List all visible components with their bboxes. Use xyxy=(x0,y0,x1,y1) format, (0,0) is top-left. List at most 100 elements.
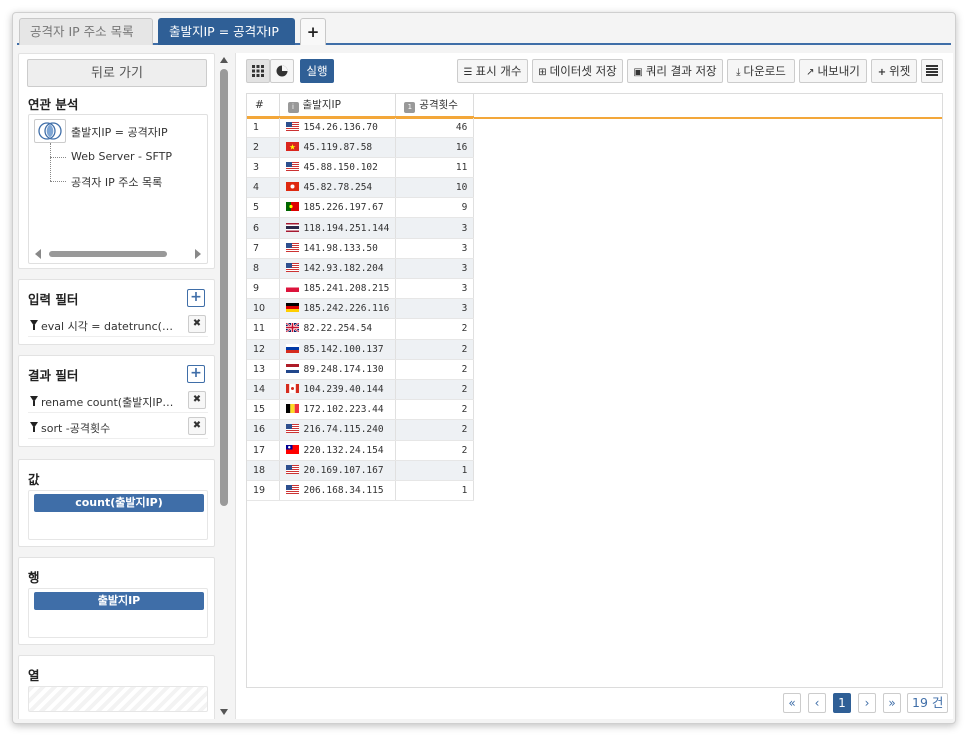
table-row[interactable]: 12 85.142.100.137 2 xyxy=(247,339,475,360)
first-page-button[interactable]: « xyxy=(783,693,801,713)
tree-child-attacker-ip-list[interactable]: 공격자 IP 주소 목록 xyxy=(71,174,162,190)
add-tab-button[interactable]: + xyxy=(300,18,326,45)
attack-count-cell[interactable]: 2 xyxy=(395,379,475,401)
value-pill[interactable]: count(출발지IP) xyxy=(34,494,204,512)
sidebar-vertical-scrollbar[interactable] xyxy=(218,53,231,719)
current-page-button[interactable]: 1 xyxy=(833,693,851,713)
attack-count-cell[interactable]: 2 xyxy=(395,339,475,360)
table-row[interactable]: 9 185.241.208.215 3 xyxy=(247,278,475,300)
attack-count-cell[interactable]: 11 xyxy=(395,157,475,179)
last-page-button[interactable]: » xyxy=(883,693,901,713)
table-row[interactable]: 6 118.194.251.144 3 xyxy=(247,217,475,239)
next-page-button[interactable]: › xyxy=(858,693,876,713)
scroll-down-icon[interactable] xyxy=(220,709,228,715)
chart-view-button[interactable] xyxy=(270,59,294,83)
add-input-filter-button[interactable]: + xyxy=(187,289,205,307)
tree-root-label[interactable]: 출발지IP = 공격자IP xyxy=(71,124,168,140)
attack-count-cell[interactable]: 2 xyxy=(395,440,475,461)
column-header-attack-count[interactable]: 1 공격횟수 xyxy=(395,94,475,118)
download-button[interactable]: ⤓ 다운로드 xyxy=(727,59,795,83)
table-row[interactable]: 13 89.248.174.130 2 xyxy=(247,359,475,380)
source-ip-cell[interactable]: 154.26.136.70 xyxy=(279,117,397,138)
horizontal-scrollbar[interactable] xyxy=(33,249,203,259)
table-row[interactable]: 18 20.169.107.167 1 xyxy=(247,460,475,481)
remove-filter-button[interactable]: ✖ xyxy=(188,391,206,409)
attack-count-cell[interactable]: 3 xyxy=(395,258,475,280)
grid-view-button[interactable] xyxy=(246,59,270,83)
source-ip-cell[interactable]: 220.132.24.154 xyxy=(279,440,397,461)
column-header-index[interactable]: # xyxy=(247,94,280,118)
attack-count-cell[interactable]: 3 xyxy=(395,298,475,320)
table-row[interactable]: 16 216.74.115.240 2 xyxy=(247,419,475,441)
result-filter-item[interactable]: rename count(출발지IP) as 공격횟수 ✖ xyxy=(28,391,208,413)
attack-count-cell[interactable]: 1 xyxy=(395,480,475,502)
source-ip-cell[interactable]: 185.226.197.67 xyxy=(279,197,397,219)
source-ip-cell[interactable]: 141.98.133.50 xyxy=(279,238,397,259)
table-row[interactable]: 1 154.26.136.70 46 xyxy=(247,117,475,138)
source-ip-cell[interactable]: 118.194.251.144 xyxy=(279,217,397,239)
table-row[interactable]: 10 185.242.226.116 3 xyxy=(247,298,475,320)
source-ip-cell[interactable]: 216.74.115.240 xyxy=(279,419,397,441)
row-pill[interactable]: 출발지IP xyxy=(34,592,204,610)
attack-count-cell[interactable]: 1 xyxy=(395,460,475,481)
attack-count-cell[interactable]: 3 xyxy=(395,217,475,239)
attack-count-cell[interactable]: 10 xyxy=(395,177,475,199)
source-ip-cell[interactable]: 45.88.150.102 xyxy=(279,157,397,179)
source-ip-cell[interactable]: 172.102.223.44 xyxy=(279,399,397,421)
table-row[interactable]: 11 82.22.254.54 2 xyxy=(247,318,475,340)
back-button[interactable]: 뒤로 가기 xyxy=(27,59,207,87)
scroll-left-icon[interactable] xyxy=(35,249,41,259)
attack-count-cell[interactable]: 16 xyxy=(395,137,475,158)
source-ip-cell[interactable]: 89.248.174.130 xyxy=(279,359,397,380)
attack-count-cell[interactable]: 2 xyxy=(395,359,475,380)
column-header-source-ip[interactable]: i 출발지IP xyxy=(279,94,397,118)
tab-srcip-attackerip[interactable]: 출발지IP = 공격자IP xyxy=(158,18,295,45)
export-button[interactable]: ↗ 내보내기 xyxy=(799,59,867,83)
settings-menu-button[interactable] xyxy=(921,59,943,83)
source-ip-cell[interactable]: 185.241.208.215 xyxy=(279,278,397,300)
venn-diagram-icon[interactable] xyxy=(34,119,66,143)
table-row[interactable]: 15 172.102.223.44 2 xyxy=(247,399,475,421)
rows-dropzone[interactable]: 출발지IP xyxy=(28,588,208,638)
remove-filter-button[interactable]: ✖ xyxy=(188,315,206,333)
attack-count-cell[interactable]: 9 xyxy=(395,197,475,219)
table-row[interactable]: 17 220.132.24.154 2 xyxy=(247,440,475,461)
source-ip-cell[interactable]: 85.142.100.137 xyxy=(279,339,397,360)
attack-count-cell[interactable]: 2 xyxy=(395,419,475,441)
save-dataset-button[interactable]: ⊞ 데이터셋 저장 xyxy=(532,59,623,83)
source-ip-cell[interactable]: 142.93.182.204 xyxy=(279,258,397,280)
attack-count-cell[interactable]: 3 xyxy=(395,238,475,259)
source-ip-cell[interactable]: 206.168.34.115 xyxy=(279,480,397,502)
run-button[interactable]: 실행 xyxy=(300,59,334,83)
widget-button[interactable]: + 위젯 xyxy=(871,59,917,83)
table-row[interactable]: 3 45.88.150.102 11 xyxy=(247,157,475,179)
save-query-result-button[interactable]: ▣ 쿼리 결과 저장 xyxy=(627,59,723,83)
scroll-thumb[interactable] xyxy=(220,69,228,506)
attack-count-cell[interactable]: 2 xyxy=(395,318,475,340)
table-row[interactable]: 7 141.98.133.50 3 xyxy=(247,238,475,259)
input-filter-item[interactable]: eval 시각 = datetrunc(시각, 1d) ✖ xyxy=(28,315,208,337)
table-row[interactable]: 2 45.119.87.58 16 xyxy=(247,137,475,158)
add-result-filter-button[interactable]: + xyxy=(187,365,205,383)
result-filter-item[interactable]: sort -공격횟수 ✖ xyxy=(28,417,208,439)
source-ip-cell[interactable]: 20.169.107.167 xyxy=(279,460,397,481)
scroll-right-icon[interactable] xyxy=(195,249,201,259)
table-row[interactable]: 19 206.168.34.115 1 xyxy=(247,480,475,502)
table-row[interactable]: 5 185.226.197.67 9 xyxy=(247,197,475,219)
attack-count-cell[interactable]: 2 xyxy=(395,399,475,421)
tab-attacker-ip-list[interactable]: 공격자 IP 주소 목록 xyxy=(19,18,153,45)
columns-dropzone[interactable] xyxy=(28,686,208,712)
table-row[interactable]: 4 45.82.78.254 10 xyxy=(247,177,475,199)
source-ip-cell[interactable]: 45.119.87.58 xyxy=(279,137,397,158)
table-row[interactable]: 8 142.93.182.204 3 xyxy=(247,258,475,280)
source-ip-cell[interactable]: 45.82.78.254 xyxy=(279,177,397,199)
table-row[interactable]: 14 104.239.40.144 2 xyxy=(247,379,475,401)
display-count-button[interactable]: ☰ 표시 개수 xyxy=(457,59,528,83)
source-ip-cell[interactable]: 104.239.40.144 xyxy=(279,379,397,401)
attack-count-cell[interactable]: 3 xyxy=(395,278,475,300)
source-ip-cell[interactable]: 82.22.254.54 xyxy=(279,318,397,340)
source-ip-cell[interactable]: 185.242.226.116 xyxy=(279,298,397,320)
scroll-thumb[interactable] xyxy=(49,251,167,257)
scroll-up-icon[interactable] xyxy=(220,57,228,63)
values-dropzone[interactable]: count(출발지IP) xyxy=(28,490,208,540)
